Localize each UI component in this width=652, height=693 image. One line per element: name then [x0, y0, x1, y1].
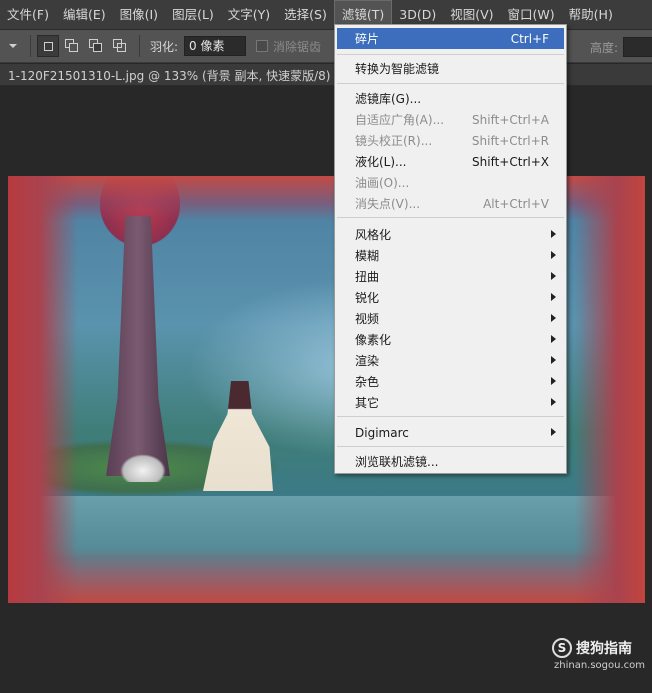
- filter-menu-item-digimarc[interactable]: Digimarc: [337, 422, 564, 443]
- add-to-selection-button[interactable]: [61, 35, 83, 57]
- menu-help[interactable]: 帮助(H): [562, 0, 620, 30]
- menu-separator: [337, 416, 564, 417]
- menu-file[interactable]: 文件(F): [0, 0, 56, 30]
- filter-menu-item-distort[interactable]: 扭曲: [337, 266, 564, 287]
- submenu-arrow-icon: [551, 428, 556, 436]
- feather-label: 羽化:: [150, 39, 179, 54]
- filter-menu: 碎片 Ctrl+F 转换为智能滤镜 滤镜库(G)... 自适应广角(A)... …: [334, 24, 567, 474]
- filter-menu-item-blur[interactable]: 模糊: [337, 245, 564, 266]
- image-rabbit: [120, 454, 166, 482]
- menu-edit[interactable]: 编辑(E): [56, 0, 113, 30]
- divider: [30, 35, 31, 57]
- antialias-label: 消除锯齿: [273, 39, 322, 54]
- filter-menu-item-convert-smart[interactable]: 转换为智能滤镜: [337, 58, 564, 79]
- red-frame-right: [575, 176, 645, 603]
- height-label: 高度:: [590, 41, 619, 55]
- filter-menu-item-oil-paint: 油画(O)...: [355, 176, 410, 190]
- menu-type[interactable]: 文字(Y): [221, 0, 277, 30]
- menu-separator: [337, 83, 564, 84]
- menu-layer[interactable]: 图层(L): [165, 0, 221, 30]
- intersect-selection-button[interactable]: [109, 35, 131, 57]
- filter-menu-item-sharpen[interactable]: 锐化: [337, 287, 564, 308]
- submenu-arrow-icon: [551, 272, 556, 280]
- filter-menu-item-last-filter[interactable]: 碎片 Ctrl+F: [337, 28, 564, 49]
- filter-menu-item-vanishing-point: 消失点(V)... Alt+Ctrl+V: [355, 196, 549, 212]
- feather-input[interactable]: 0 像素: [184, 36, 247, 56]
- submenu-arrow-icon: [551, 377, 556, 385]
- submenu-arrow-icon: [551, 398, 556, 406]
- image-tree-trunk: [106, 216, 170, 476]
- menu-separator: [337, 446, 564, 447]
- height-input[interactable]: [623, 37, 652, 57]
- image-water: [8, 496, 645, 556]
- tool-preset-dropdown[interactable]: [2, 35, 24, 57]
- divider: [139, 35, 140, 57]
- red-frame-left: [8, 176, 78, 603]
- watermark: S 搜狗指南 zhinan.sogou.com: [552, 636, 652, 676]
- submenu-arrow-icon: [551, 335, 556, 343]
- filter-menu-item-stylize[interactable]: 风格化: [337, 224, 564, 245]
- watermark-url: zhinan.sogou.com: [554, 660, 646, 671]
- filter-menu-item-other[interactable]: 其它: [337, 392, 564, 413]
- submenu-arrow-icon: [551, 251, 556, 259]
- menu-separator: [337, 54, 564, 55]
- new-selection-icon: [44, 42, 53, 51]
- submenu-arrow-icon: [551, 356, 556, 364]
- submenu-arrow-icon: [551, 230, 556, 238]
- filter-menu-item-adaptive-wide-angle: 自适应广角(A)... Shift+Ctrl+A: [355, 112, 549, 128]
- filter-menu-item-noise[interactable]: 杂色: [337, 371, 564, 392]
- sogou-logo-icon: S: [552, 638, 572, 658]
- menu-select[interactable]: 选择(S): [277, 0, 334, 30]
- document-title: 1-120F21501310-L.jpg @ 133% (背景 副本, 快速蒙版…: [8, 69, 341, 83]
- filter-menu-item-video[interactable]: 视频: [337, 308, 564, 329]
- new-selection-button[interactable]: [37, 35, 59, 57]
- antialias-checkbox[interactable]: [256, 40, 269, 52]
- submenu-arrow-icon: [551, 314, 556, 322]
- watermark-brand: 搜狗指南: [576, 641, 632, 657]
- filter-menu-item-render[interactable]: 渲染: [337, 350, 564, 371]
- red-frame-bottom: [8, 548, 645, 603]
- submenu-arrow-icon: [551, 293, 556, 301]
- filter-menu-item-pixelate[interactable]: 像素化: [337, 329, 564, 350]
- filter-menu-item-lens-correction: 镜头校正(R)... Shift+Ctrl+R: [355, 133, 549, 149]
- subtract-from-selection-button[interactable]: [85, 35, 107, 57]
- filter-menu-item-gallery[interactable]: 滤镜库(G)...: [337, 88, 564, 109]
- filter-menu-item-browse-online[interactable]: 浏览联机滤镜...: [337, 451, 564, 472]
- filter-menu-item-liquify[interactable]: 液化(L)... Shift+Ctrl+X: [337, 151, 564, 172]
- menu-separator: [337, 217, 564, 218]
- menu-image[interactable]: 图像(I): [113, 0, 165, 30]
